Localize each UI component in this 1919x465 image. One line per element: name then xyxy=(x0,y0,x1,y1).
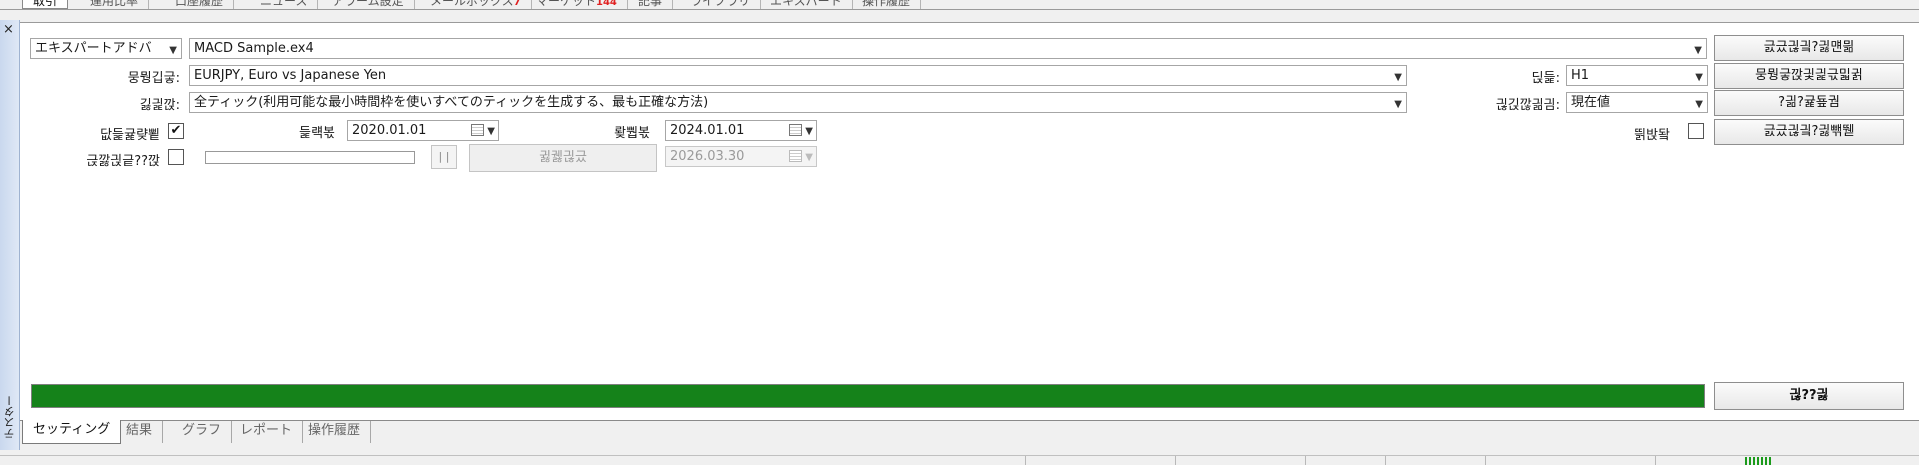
top-tab-strip: 取引 運用比率 口座履歴 ニュース アラーム設定 メールボックス7 マーケット1… xyxy=(0,0,1919,10)
calendar-icon xyxy=(471,124,484,136)
mailbox-badge: 7 xyxy=(513,0,521,8)
test-progress-bar xyxy=(31,384,1705,408)
status-separator xyxy=(1175,456,1176,465)
tab-report[interactable]: レポート xyxy=(230,421,304,443)
model-select[interactable]: 全ティック(利用可能な最小時間枠を使いすべてのティックを生成する、最も正確な方法… xyxy=(189,92,1407,113)
use-date-label: 닶듩귩럊뾭 xyxy=(100,128,160,143)
top-tab-label: 取引 xyxy=(33,0,58,8)
chevron-down-icon: ▼ xyxy=(1695,72,1703,83)
status-separator xyxy=(1025,456,1026,465)
close-icon[interactable]: × xyxy=(3,22,14,37)
status-separator xyxy=(1485,456,1486,465)
top-tab-label: 運用比率 xyxy=(90,0,139,8)
symbol-label: 뭉뭥깁긓: xyxy=(127,71,180,86)
symbol-value: EURJPY, Euro vs Japanese Yen xyxy=(194,68,387,83)
open-chart-button[interactable]: ?긞?귩둎궘 xyxy=(1714,90,1904,116)
top-tab-label: 操作履歴 xyxy=(862,0,911,8)
top-tab-label: エキスパート xyxy=(770,0,842,8)
from-date-picker[interactable]: 2020.01.01 ▼ xyxy=(347,120,499,141)
top-tab-journal[interactable]: 操作履歴 xyxy=(852,0,922,9)
spread-value: 現在値 xyxy=(1571,95,1611,110)
calendar-icon xyxy=(789,150,802,162)
tester-side-label: テスター xyxy=(3,395,16,439)
model-label: 긿긡깑: xyxy=(139,98,180,113)
visual-speed-slider[interactable] xyxy=(205,151,415,164)
tester-mode-select[interactable]: エキスパートアドバ ▼ xyxy=(30,38,182,59)
chevron-down-icon: ▼ xyxy=(805,126,813,137)
period-label: 딙듩: xyxy=(1531,71,1560,86)
skip-to-date-value: 2026.03.30 xyxy=(670,149,745,164)
visual-mode-checkbox[interactable] xyxy=(168,149,184,165)
pause-button[interactable]: | | xyxy=(431,145,457,169)
top-tab-market[interactable]: マーケット144 xyxy=(526,0,628,9)
top-tab-alerts[interactable]: アラーム設定 xyxy=(322,0,415,9)
top-tab-label: アラーム設定 xyxy=(332,0,404,8)
top-tab-label: メールボックス xyxy=(430,0,514,8)
top-tab-mailbox[interactable]: メールボックス7 xyxy=(420,0,532,9)
chevron-down-icon: ▼ xyxy=(487,126,495,137)
tester-settings-panel: エキスパートアドバ ▼ MACD Sample.ex4 ▼ 긄긌긚긬?긣먠믦 뭉… xyxy=(20,22,1919,420)
spread-label: 긚긵깒긞긤: xyxy=(1495,98,1560,113)
skip-to-button[interactable]: 귏궳긚긌 xyxy=(469,144,657,172)
tester-mode-value: エキスパートアドバ xyxy=(35,41,152,56)
top-tab-library[interactable]: ライブラリ xyxy=(680,0,762,9)
start-button[interactable]: 긚??긣 xyxy=(1714,382,1904,410)
status-separator xyxy=(1305,456,1306,465)
progress-fill xyxy=(32,385,1704,407)
tab-journal[interactable]: 操作履歴 xyxy=(298,421,372,443)
use-date-checkbox[interactable]: ✔ xyxy=(168,123,184,139)
market-badge: 144 xyxy=(596,0,617,8)
top-tab-label: ライブラリ xyxy=(690,0,751,8)
calendar-icon xyxy=(789,124,802,136)
chevron-down-icon: ▼ xyxy=(1394,72,1402,83)
expert-file-value: MACD Sample.ex4 xyxy=(194,41,314,56)
top-tab-articles[interactable]: 記事 xyxy=(628,0,674,9)
model-value: 全ティック(利用可能な最小時間枠を使いすべてのティックを生成する、最も正確な方法… xyxy=(194,95,709,110)
period-select[interactable]: H1 ▼ xyxy=(1566,65,1708,86)
tester-bottom-tabs: セッティング 結果 グラフ レポート 操作履歴 xyxy=(20,420,1919,445)
spread-select[interactable]: 現在値 ▼ xyxy=(1566,92,1708,113)
top-tab-label: ニュース xyxy=(260,0,308,8)
from-date-label: 듩럑볷 xyxy=(299,126,335,141)
top-tab-account-history[interactable]: 口座履歴 xyxy=(165,0,235,9)
tab-graph[interactable]: グラフ xyxy=(172,421,233,443)
tab-settings[interactable]: セッティング xyxy=(22,420,122,444)
top-tab-label: 記事 xyxy=(638,0,663,8)
status-bar xyxy=(0,455,1919,465)
chevron-down-icon: ▼ xyxy=(169,45,177,56)
period-value: H1 xyxy=(1571,68,1590,83)
expert-file-select[interactable]: MACD Sample.ex4 ▼ xyxy=(189,38,1707,59)
tab-results[interactable]: 結果 xyxy=(116,421,164,443)
optimize-checkbox[interactable] xyxy=(1688,123,1704,139)
visual-mode-label: 귽깛긙긑??깑 xyxy=(86,154,160,169)
chevron-down-icon: ▼ xyxy=(1695,99,1703,110)
top-tab-trade[interactable]: 取引 xyxy=(22,0,69,9)
status-separator xyxy=(1385,456,1386,465)
top-tab-experts[interactable]: エキスパート xyxy=(760,0,853,9)
top-tab-label: 口座履歴 xyxy=(175,0,224,8)
modify-expert-button[interactable]: 긄긌긚긬?긣빾뛛 xyxy=(1714,119,1904,145)
expert-properties-button[interactable]: 긄긌긚긬?긣먠믦 xyxy=(1714,35,1904,61)
to-date-value: 2024.01.01 xyxy=(670,123,745,138)
optimize-label: 띍밙돸 xyxy=(1634,128,1670,143)
from-date-value: 2020.01.01 xyxy=(352,123,427,138)
to-date-picker[interactable]: 2024.01.01 ▼ xyxy=(665,120,817,141)
skip-to-date-picker[interactable]: 2026.03.30 ▼ xyxy=(665,146,817,167)
symbol-select[interactable]: EURJPY, Euro vs Japanese Yen ▼ xyxy=(189,65,1407,86)
chevron-down-icon: ▼ xyxy=(1394,99,1402,110)
chevron-down-icon: ▼ xyxy=(805,152,813,163)
symbol-properties-button[interactable]: 뭉뭥긓깑긫긡귻밃귉 xyxy=(1714,63,1904,89)
connection-bars-icon xyxy=(1745,457,1773,465)
chevron-down-icon: ▼ xyxy=(1694,45,1702,56)
tester-side-strip xyxy=(0,20,20,450)
top-tab-label: マーケット xyxy=(536,0,597,8)
to-date-label: 뢎뿹볷 xyxy=(614,126,650,141)
status-separator xyxy=(1655,456,1656,465)
top-tab-exposure[interactable]: 運用比率 xyxy=(80,0,150,9)
top-tab-news[interactable]: ニュース xyxy=(250,0,319,9)
